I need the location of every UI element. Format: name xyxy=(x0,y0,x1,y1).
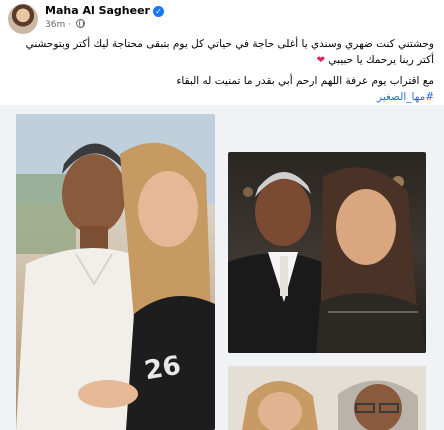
post-meta: 36m · xyxy=(45,19,85,30)
photo-father-daughter-third[interactable] xyxy=(228,366,426,430)
heart-icon: ❤ xyxy=(316,55,326,66)
hashtag-link[interactable]: #مها_الصغير xyxy=(8,89,434,105)
author-avatar[interactable] xyxy=(8,4,38,34)
verified-badge-icon: ✓ xyxy=(152,6,164,17)
author-name-row: Maha Al Sagheer ✓ xyxy=(45,4,164,17)
post-timestamp[interactable]: 36m xyxy=(45,20,65,30)
post-text-line-2: مع اقتراب يوم عرفة اللهم ارحم أبي بقدر م… xyxy=(176,75,434,87)
photo-father-daughter-outdoor[interactable]: 26 xyxy=(16,114,215,430)
post-text-line-1: وحشتني كنت ضهري وسندي يا أغلى حاجة في حي… xyxy=(25,38,434,66)
post-text-paragraph-1: وحشتني كنت ضهري وسندي يا أغلى حاجة في حي… xyxy=(8,36,434,69)
svg-text:26: 26 xyxy=(142,351,183,387)
post-text: وحشتني كنت ضهري وسندي يا أغلى حاجة في حي… xyxy=(8,36,434,105)
post-header: Maha Al Sagheer ✓ 36m · xyxy=(0,0,444,38)
photo-father-daughter-evening[interactable] xyxy=(228,152,426,353)
globe-icon xyxy=(75,19,85,28)
photo-gallery: 26 xyxy=(0,105,444,430)
author-name[interactable]: Maha Al Sagheer xyxy=(45,4,150,17)
